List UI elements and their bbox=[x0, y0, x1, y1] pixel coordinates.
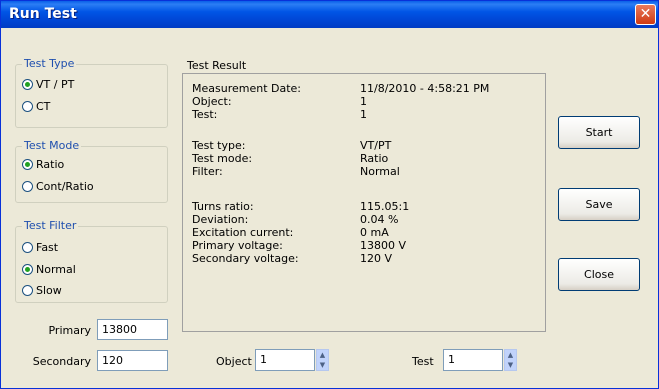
radio-button-icon[interactable] bbox=[22, 242, 33, 253]
primary-label: Primary bbox=[48, 324, 91, 337]
radio-button-icon[interactable] bbox=[22, 101, 33, 112]
radio-button-icon[interactable] bbox=[22, 264, 33, 275]
object-label: Object bbox=[216, 355, 252, 368]
test-filter-group: Test Filter Fast Normal Slow bbox=[15, 219, 168, 303]
radio-button-icon[interactable] bbox=[22, 181, 33, 192]
radio-label: Fast bbox=[36, 241, 59, 254]
close-icon[interactable]: ✕ bbox=[635, 4, 656, 25]
radio-normal[interactable]: Normal bbox=[22, 263, 76, 276]
primary-input[interactable]: 13800 bbox=[97, 319, 168, 340]
spin-up-icon[interactable]: ▲ bbox=[507, 351, 514, 360]
radio-fast[interactable]: Fast bbox=[22, 241, 58, 254]
spin-down-icon[interactable]: ▼ bbox=[319, 361, 326, 370]
secondary-label: Secondary bbox=[32, 355, 91, 368]
radio-label: Cont/Ratio bbox=[36, 180, 94, 193]
result-value: VT/PT bbox=[360, 139, 392, 152]
test-result-panel: Measurement Date: 11/8/2010 - 4:58:21 PM… bbox=[182, 73, 546, 332]
window-title: Run Test bbox=[9, 6, 77, 22]
result-label: Test mode: bbox=[192, 152, 253, 165]
radio-button-icon[interactable] bbox=[22, 159, 33, 170]
result-value: 1 bbox=[360, 108, 367, 121]
test-label: Test bbox=[412, 355, 434, 368]
test-mode-group: Test Mode Ratio Cont/Ratio bbox=[15, 139, 168, 203]
test-type-label: Test Type bbox=[22, 57, 77, 70]
radio-ratio[interactable]: Ratio bbox=[22, 158, 64, 171]
object-input[interactable]: 1 bbox=[255, 349, 315, 371]
result-label: Turns ratio: bbox=[192, 200, 254, 213]
spin-up-icon[interactable]: ▲ bbox=[319, 351, 326, 360]
run-test-dialog: Run Test ✕ Test Type VT / PT CT Test Mod… bbox=[0, 0, 659, 389]
test-type-group: Test Type VT / PT CT bbox=[15, 57, 168, 128]
result-value: 13800 V bbox=[360, 239, 407, 252]
result-label: Measurement Date: bbox=[192, 82, 302, 95]
result-value: Ratio bbox=[360, 152, 389, 165]
radio-slow[interactable]: Slow bbox=[22, 284, 62, 297]
result-label: Object: bbox=[192, 95, 232, 108]
save-button[interactable]: Save bbox=[558, 188, 640, 221]
radio-vt-pt[interactable]: VT / PT bbox=[22, 78, 74, 91]
result-label: Secondary voltage: bbox=[192, 252, 299, 265]
test-filter-label: Test Filter bbox=[22, 219, 79, 232]
result-value: 120 V bbox=[360, 252, 393, 265]
result-label: Deviation: bbox=[192, 213, 249, 226]
result-value: 115.05:1 bbox=[360, 200, 410, 213]
spinner-buttons[interactable]: ▲ ▼ bbox=[504, 349, 517, 371]
result-value: 11/8/2010 - 4:58:21 PM bbox=[360, 82, 490, 95]
test-input[interactable]: 1 bbox=[443, 349, 503, 371]
result-label: Primary voltage: bbox=[192, 239, 283, 252]
result-label: Test type: bbox=[192, 139, 246, 152]
result-value: 0 mA bbox=[360, 226, 389, 239]
secondary-input[interactable]: 120 bbox=[97, 350, 168, 371]
start-button[interactable]: Start bbox=[558, 116, 640, 149]
result-label: Excitation current: bbox=[192, 226, 294, 239]
test-mode-label: Test Mode bbox=[22, 139, 82, 152]
result-value: 0.04 % bbox=[360, 213, 399, 226]
test-result-title: Test Result bbox=[187, 59, 247, 72]
radio-ct[interactable]: CT bbox=[22, 100, 50, 113]
result-value: Normal bbox=[360, 165, 400, 178]
radio-button-icon[interactable] bbox=[22, 285, 33, 296]
spinner-buttons[interactable]: ▲ ▼ bbox=[316, 349, 329, 371]
spin-down-icon[interactable]: ▼ bbox=[507, 361, 514, 370]
close-button[interactable]: Close bbox=[558, 258, 640, 291]
radio-label: Ratio bbox=[36, 158, 65, 171]
result-label: Test: bbox=[192, 108, 218, 121]
radio-label: VT / PT bbox=[36, 78, 75, 91]
radio-label: Slow bbox=[36, 284, 62, 297]
radio-label: CT bbox=[36, 100, 51, 113]
radio-button-icon[interactable] bbox=[22, 79, 33, 90]
radio-label: Normal bbox=[36, 263, 76, 276]
result-label: Filter: bbox=[192, 165, 223, 178]
result-value: 1 bbox=[360, 95, 367, 108]
radio-cont-ratio[interactable]: Cont/Ratio bbox=[22, 180, 94, 193]
title-bar[interactable]: Run Test ✕ bbox=[1, 1, 658, 28]
